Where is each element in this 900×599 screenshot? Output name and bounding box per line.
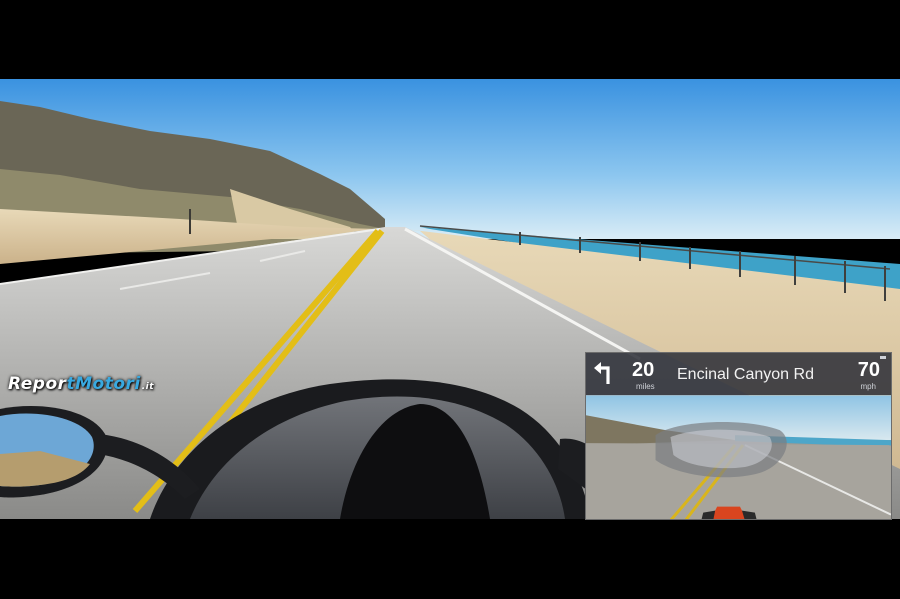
letterbox-frame: Repor tMotori .it 20 miles Encinal Canyon … [0, 0, 900, 599]
turn-left-arrow-icon [594, 362, 610, 384]
rear-camera-view [586, 395, 891, 519]
speed-value: 70 [857, 359, 880, 381]
watermark-text-part1: Repor [8, 374, 67, 394]
speed-unit: mph [860, 382, 876, 391]
watermark-tld: .it [141, 382, 155, 392]
battery-icon [880, 356, 886, 359]
watermark-logo: Repor tMotori .it [8, 370, 154, 398]
distance-unit: miles [636, 382, 655, 391]
street-name: Encinal Canyon Rd [677, 366, 814, 383]
navigation-hud: 20 miles Encinal Canyon Rd 70 mph [585, 352, 892, 520]
hud-info-bar: 20 miles Encinal Canyon Rd 70 mph [586, 353, 891, 395]
watermark-text-part2: tMotori [66, 374, 141, 394]
distance-value: 20 [632, 359, 655, 381]
